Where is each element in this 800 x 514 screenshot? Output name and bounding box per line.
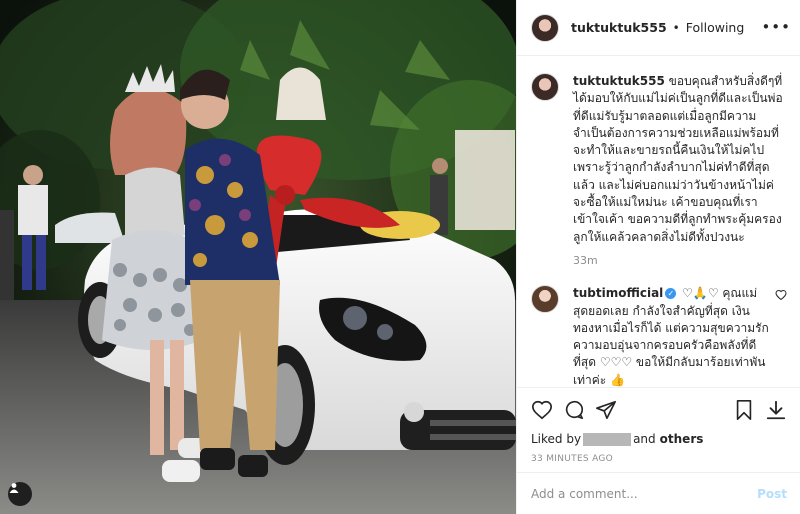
verified-badge-icon: ✓ xyxy=(665,288,677,300)
more-options-icon[interactable]: ••• xyxy=(761,18,791,36)
caption-username[interactable]: tuktuktuk555 xyxy=(573,74,665,88)
caption-avatar[interactable] xyxy=(531,73,559,101)
post-actions: Liked by and others 33 MINUTES AGO xyxy=(517,387,800,464)
comment-icon[interactable] xyxy=(563,399,585,421)
author-username[interactable]: tuktuktuk555 xyxy=(571,20,667,35)
liked-by-and: and xyxy=(633,432,656,446)
liked-by-others-link[interactable]: others xyxy=(660,432,704,446)
header-separator: • xyxy=(672,20,680,35)
post-timestamp[interactable]: 33 MINUTES AGO xyxy=(531,454,787,464)
post-photo[interactable] xyxy=(0,0,516,514)
share-icon[interactable] xyxy=(595,399,617,421)
action-icons-row xyxy=(531,388,787,432)
author-avatar[interactable] xyxy=(531,13,559,42)
blurred-username xyxy=(583,432,632,446)
liked-by-line: Liked by and others xyxy=(531,432,787,446)
heart-icon[interactable] xyxy=(531,399,553,421)
comments-section: tuktuktuk555 ขอบคุณสำหรับสิ่งดีๆที่ได้มอ… xyxy=(517,57,800,387)
comment-item: tubtimofficial ✓ ♡🙏♡ คุณแม่สุดยอดเลย กำลั… xyxy=(531,285,787,387)
caption-text: ขอบคุณสำหรับสิ่งดีๆที่ได้มอบให้กับแม่ไม่… xyxy=(573,74,783,244)
person-icon xyxy=(9,483,19,493)
liked-by-prefix: Liked by xyxy=(531,432,582,446)
comment-text: ♡🙏♡ คุณแม่สุดยอดเลย กำลังใจสำคัญที่สุด เ… xyxy=(573,286,769,387)
tagged-people-button[interactable] xyxy=(8,482,32,506)
post-comment-button[interactable]: Post xyxy=(757,487,787,501)
bookmark-icon[interactable] xyxy=(733,399,755,421)
commenter-avatar[interactable] xyxy=(531,285,559,314)
caption-comment: tuktuktuk555 ขอบคุณสำหรับสิ่งดีๆที่ได้มอ… xyxy=(531,73,787,269)
following-button[interactable]: Following xyxy=(686,20,745,35)
download-icon[interactable] xyxy=(765,399,787,421)
instagram-post-window: tuktuktuk555 • Following ••• tuktuktuk55… xyxy=(0,0,800,514)
post-side-panel: tuktuktuk555 • Following ••• tuktuktuk55… xyxy=(516,0,800,514)
caption-time[interactable]: 33m xyxy=(573,252,783,269)
photo-illustration xyxy=(0,0,516,514)
post-header: tuktuktuk555 • Following ••• xyxy=(517,0,800,56)
commenter-username[interactable]: tubtimofficial xyxy=(573,286,663,300)
add-comment-input[interactable] xyxy=(531,486,758,501)
comment-like-heart-icon[interactable] xyxy=(775,289,787,301)
add-comment-bar: Post xyxy=(517,472,800,514)
